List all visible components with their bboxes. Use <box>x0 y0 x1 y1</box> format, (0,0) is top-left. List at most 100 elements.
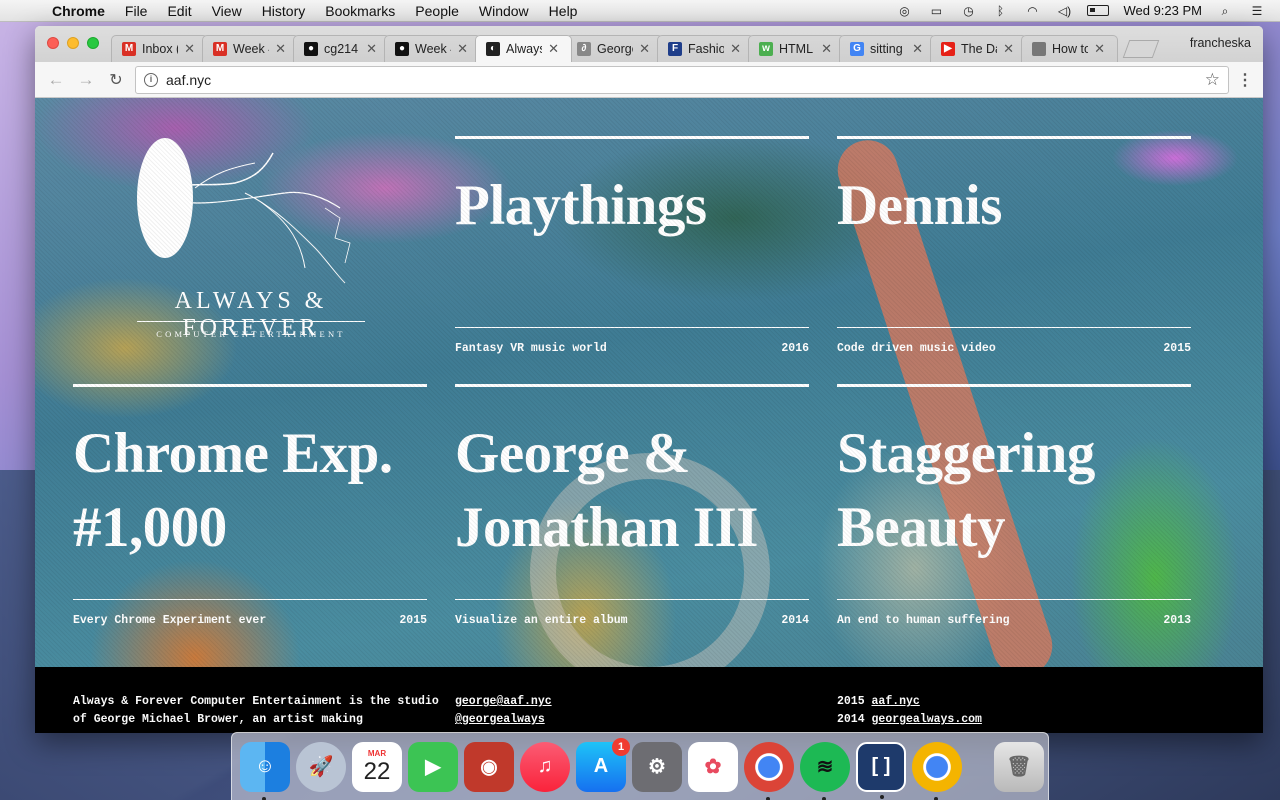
bluetooth-icon[interactable]: ᛒ <box>991 4 1009 18</box>
battery-icon[interactable] <box>1087 5 1110 16</box>
close-window-button[interactable] <box>47 37 59 49</box>
spotlight-search-icon[interactable]: ⌕ <box>1216 4 1234 18</box>
browser-tab[interactable]: M Inbox (✕ <box>111 35 208 62</box>
project-title[interactable]: Chrome Exp. #1,000 <box>73 417 427 565</box>
address-bar[interactable]: i aaf.nyc ☆ <box>135 65 1229 94</box>
brackets-icon[interactable]: [ ] <box>856 741 906 799</box>
menu-file[interactable]: File <box>125 3 148 19</box>
gmail-icon: M <box>213 42 227 56</box>
tab-close-icon[interactable]: ✕ <box>639 41 650 57</box>
browser-tab[interactable]: ● cg214 ✕ <box>293 35 390 62</box>
new-tab-button[interactable] <box>1122 40 1160 58</box>
tab-close-icon[interactable]: ✕ <box>366 41 377 57</box>
project-year: 2015 <box>1163 342 1191 355</box>
browser-tab[interactable]: ◐ Always ✕ <box>475 35 572 62</box>
footer-history-link[interactable]: aaf.nyc <box>872 695 920 708</box>
menu-bookmarks[interactable]: Bookmarks <box>325 3 395 19</box>
logo-divider <box>137 321 365 322</box>
footer-contact: george@aaf.nyc @georgealways <box>455 693 552 729</box>
menu-app-name[interactable]: Chrome <box>52 3 105 19</box>
photos-icon[interactable]: ✿ <box>688 741 738 792</box>
project-year: 2014 <box>781 614 809 627</box>
project-description: An end to human suffering <box>837 614 1010 627</box>
project-card-chrome-exp[interactable]: Chrome Exp. #1,000 Every Chrome Experime… <box>73 384 427 627</box>
tab-close-icon[interactable]: ✕ <box>912 41 923 57</box>
notification-center-icon[interactable]: ☰ <box>1248 4 1266 18</box>
project-title[interactable]: Staggering Beauty <box>837 417 1191 565</box>
fit-icon: F <box>668 42 682 56</box>
bookmark-star-icon[interactable]: ☆ <box>1205 70 1220 90</box>
footer-email-link[interactable]: george@aaf.nyc <box>455 695 552 708</box>
time-machine-icon[interactable]: ◷ <box>959 4 977 18</box>
project-card-george-jonathan[interactable]: George & Jonathan III Visualize an entir… <box>455 384 809 627</box>
project-card-dennis[interactable]: Dennis Code driven music video 2015 <box>837 136 1191 358</box>
calendar-icon[interactable]: MAR 22 <box>352 741 402 792</box>
trash-icon[interactable]: 🗑 <box>994 741 1044 792</box>
menu-people[interactable]: People <box>415 3 459 19</box>
menu-view[interactable]: View <box>212 3 242 19</box>
wifi-icon[interactable]: ◠ <box>1023 4 1041 18</box>
back-button[interactable]: ← <box>45 70 67 90</box>
project-card-playthings[interactable]: Playthings Fantasy VR music world 2016 <box>455 136 809 358</box>
browser-tab[interactable]: F Fashion ✕ <box>657 35 754 62</box>
spotify-icon[interactable]: ≋ <box>800 741 850 800</box>
project-meta: Visualize an entire album 2014 <box>455 599 809 627</box>
creative-cloud-icon[interactable]: ◎ <box>895 4 913 18</box>
project-year: 2016 <box>781 342 809 355</box>
browser-tab[interactable]: M Week 4 ✕ <box>202 35 299 62</box>
itunes-icon[interactable]: ♫ <box>520 741 570 792</box>
browser-tab[interactable]: ▶ The Da ✕ <box>930 35 1027 62</box>
browser-window: M Inbox (✕ M Week 4 ✕ ● cg214 ✕ ● Week 4 ✕ ◐ Always ✕… <box>35 26 1263 733</box>
george-icon: ∂ <box>577 42 591 56</box>
tab-label: Fashion <box>688 42 724 56</box>
project-card-staggering-beauty[interactable]: Staggering Beauty An end to human suffer… <box>837 384 1191 627</box>
project-meta: An end to human suffering 2013 <box>837 599 1191 627</box>
tab-close-icon[interactable]: ✕ <box>821 41 832 57</box>
maximize-window-button[interactable] <box>87 37 99 49</box>
tab-close-icon[interactable]: ✕ <box>1003 41 1014 57</box>
tab-close-icon[interactable]: ✕ <box>275 41 286 57</box>
airplay-icon[interactable]: ▭ <box>927 4 945 18</box>
app-store-icon[interactable]: A1 <box>576 737 630 792</box>
browser-tab[interactable]: w HTML ✕ <box>748 35 845 62</box>
footer-twitter-link[interactable]: @georgealways <box>455 713 545 726</box>
reload-button[interactable]: ↻ <box>105 70 127 90</box>
browser-tab[interactable]: Gsitting ✕ <box>839 35 936 62</box>
menubar-clock[interactable]: Wed 9:23 PM <box>1123 3 1202 18</box>
menu-window[interactable]: Window <box>479 3 529 19</box>
project-title[interactable]: George & Jonathan III <box>455 417 809 565</box>
github-icon: ● <box>304 42 318 56</box>
profile-name[interactable]: francheska <box>1190 36 1251 50</box>
site-logo[interactable]: ALWAYS & FOREVER COMPUTER ENTERTAINMENT <box>135 138 367 343</box>
browser-tab[interactable]: How to ✕ <box>1021 35 1118 62</box>
project-description: Code driven music video <box>837 342 996 355</box>
chrome-menu-icon[interactable]: ⋮ <box>1237 70 1253 90</box>
tab-close-icon[interactable]: ✕ <box>184 41 195 57</box>
forward-button[interactable]: → <box>75 70 97 90</box>
tab-close-icon[interactable]: ✕ <box>730 41 741 57</box>
footer-history-link[interactable]: georgealways.com <box>872 713 982 726</box>
chrome-canary-icon[interactable] <box>912 741 962 800</box>
facetime-icon[interactable]: ▶ <box>408 741 458 792</box>
finder-icon[interactable]: ☺ <box>240 741 290 800</box>
system-preferences-icon[interactable]: ⚙ <box>632 741 682 792</box>
tab-close-icon[interactable]: ✕ <box>548 41 559 57</box>
project-title[interactable]: Dennis <box>837 169 1191 243</box>
volume-icon[interactable]: ◁) <box>1055 4 1073 18</box>
minimize-window-button[interactable] <box>67 37 79 49</box>
project-title[interactable]: Playthings <box>455 169 809 243</box>
site-info-icon[interactable]: i <box>144 72 158 87</box>
tab-close-icon[interactable]: ✕ <box>1094 41 1105 57</box>
site-footer: Always & Forever Computer Entertainment … <box>35 667 1263 733</box>
photo-booth-icon[interactable]: ◉ <box>464 741 514 792</box>
address-url[interactable]: aaf.nyc <box>166 72 1197 88</box>
browser-tab[interactable]: ● Week 4 ✕ <box>384 35 481 62</box>
browser-tab[interactable]: ∂ George ✕ <box>566 35 663 62</box>
tab-close-icon[interactable]: ✕ <box>457 41 468 57</box>
browser-toolbar: ← → ↻ i aaf.nyc ☆ ⋮ <box>35 62 1263 98</box>
launchpad-icon[interactable]: 🚀 <box>296 741 346 792</box>
menu-history[interactable]: History <box>262 3 306 19</box>
menu-help[interactable]: Help <box>549 3 578 19</box>
chrome-app-icon[interactable] <box>744 741 794 800</box>
menu-edit[interactable]: Edit <box>167 3 191 19</box>
